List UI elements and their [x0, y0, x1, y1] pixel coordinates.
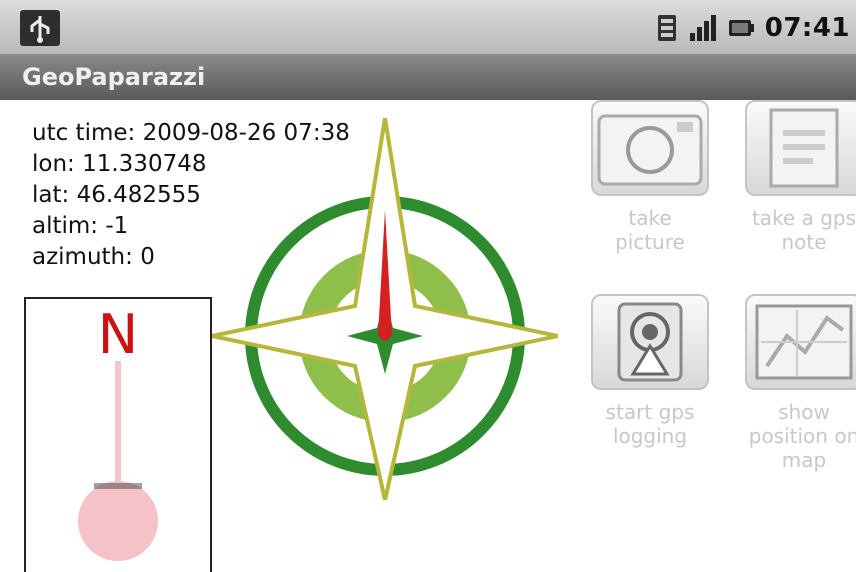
take-gps-note-button[interactable]: take a gps note — [734, 100, 856, 254]
title-bar: GeoPaparazzi — [0, 54, 856, 100]
altitude-text: altim: -1 — [32, 213, 129, 239]
take-picture-button[interactable]: take picture — [580, 100, 720, 254]
utc-time-text: utc time: 2009-08-26 07:38 — [32, 120, 350, 146]
start-gps-logging-button[interactable]: start gps logging — [580, 294, 720, 448]
usb-icon — [20, 10, 60, 46]
show-position-on-map-button[interactable]: show position on map — [734, 294, 856, 472]
take-picture-label: take picture — [615, 206, 685, 254]
latitude-text: lat: 46.482555 — [32, 182, 201, 208]
take-gps-note-label: take a gps note — [751, 206, 856, 254]
take-picture-tile[interactable] — [591, 100, 709, 196]
longitude-text: lon: 11.330748 — [32, 151, 207, 177]
status-bar: 07:41 — [0, 0, 856, 54]
start-gps-logging-label: start gps logging — [605, 400, 695, 448]
status-icons: 07:41 — [653, 10, 850, 46]
gps-info: utc time: 2009-08-26 07:38 lon: 11.33074… — [32, 118, 350, 273]
take-gps-note-tile[interactable] — [745, 100, 856, 196]
battery-icon — [728, 20, 754, 36]
start-gps-logging-tile[interactable] — [591, 294, 709, 390]
show-position-on-map-tile[interactable] — [745, 294, 856, 390]
gps-logging-icon — [617, 302, 683, 382]
app-title: GeoPaparazzi — [22, 63, 206, 91]
note-icon — [769, 108, 839, 188]
status-time: 07:41 — [764, 13, 850, 43]
azimuth-text: azimuth: 0 — [32, 244, 155, 270]
show-position-on-map-label: show position on map — [748, 400, 856, 472]
level-indicator: N — [24, 297, 212, 572]
signal-icon — [689, 15, 716, 41]
map-icon — [755, 304, 853, 380]
sdcard-icon — [657, 15, 676, 41]
level-bubble-icon — [78, 361, 158, 561]
screen: 07:41 GeoPaparazzi utc time: 2009-08-26 … — [0, 0, 856, 572]
camera-icon — [597, 114, 703, 186]
